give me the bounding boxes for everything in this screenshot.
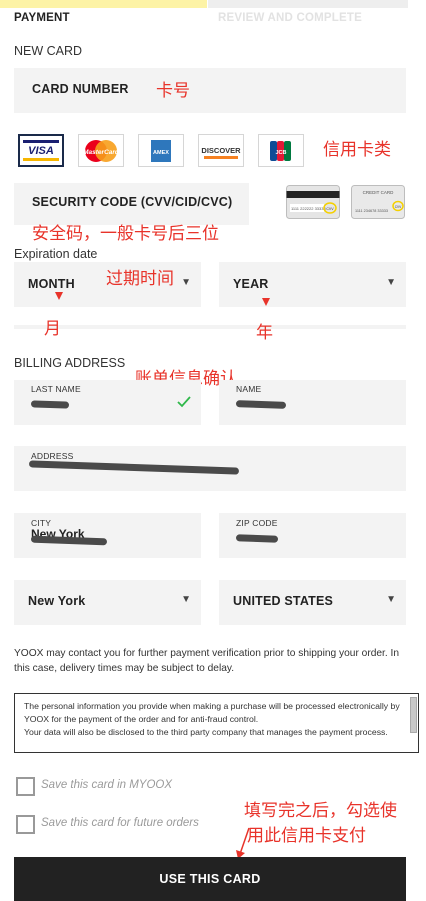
step-payment-bar xyxy=(0,0,207,8)
jcb-logo[interactable]: JCB xyxy=(258,134,304,167)
state-value: New York xyxy=(28,594,86,608)
last-name-input[interactable]: LAST NAME xyxy=(14,380,201,425)
card-types-note: 信用卡类 xyxy=(323,140,391,160)
save-myoox-label[interactable]: Save this card in MYOOX xyxy=(41,779,172,791)
svg-text:1111 222222 33333: 1111 222222 33333 xyxy=(291,206,326,211)
city-redacted xyxy=(30,535,108,546)
country-select[interactable]: UNITED STATES ▼ xyxy=(219,580,406,625)
mastercard-logo[interactable]: MasterCard xyxy=(78,134,124,167)
security-code-placeholder: SECURITY CODE (CVV/CID/CVC) xyxy=(32,195,233,209)
chevron-down-icon: ▼ xyxy=(386,594,396,605)
year-arrow xyxy=(262,298,270,306)
year-value: YEAR xyxy=(233,277,269,291)
first-name-input[interactable]: NAME xyxy=(219,380,406,425)
billing-address-heading: BILLING ADDRESS xyxy=(14,356,126,370)
chevron-down-icon: ▼ xyxy=(386,277,396,288)
privacy-scrollbar[interactable] xyxy=(410,697,417,733)
address-redacted xyxy=(28,460,240,475)
card-back-illustration: 1111 222222 33333 CVV xyxy=(286,185,340,219)
svg-text:AMEX: AMEX xyxy=(153,150,169,156)
visa-icon: VISA xyxy=(21,137,61,164)
zip-code-redacted xyxy=(235,534,279,543)
final-note-line1: 填写完之后，勾选使 xyxy=(244,801,397,821)
save-future-checkbox[interactable] xyxy=(16,815,35,834)
verification-disclaimer: YOOX may contact you for further payment… xyxy=(14,648,400,674)
svg-text:DISCOVER: DISCOVER xyxy=(201,146,241,155)
step-payment-label: PAYMENT xyxy=(14,12,70,24)
zip-code-input[interactable]: ZIP CODE xyxy=(219,513,406,558)
svg-text:VISA: VISA xyxy=(28,145,54,157)
svg-text:MasterCard: MasterCard xyxy=(83,149,120,156)
use-this-card-button[interactable]: USE THIS CARD xyxy=(14,857,406,901)
zip-code-label: ZIP CODE xyxy=(236,518,278,528)
amex-logo[interactable]: AMEX xyxy=(138,134,184,167)
divider xyxy=(14,325,406,329)
mastercard-icon: MasterCard xyxy=(83,139,120,162)
expiration-label: Expiration date xyxy=(14,247,98,261)
last-name-redacted xyxy=(30,400,70,409)
svg-text:CREDIT CARD: CREDIT CARD xyxy=(363,190,394,195)
chevron-down-icon: ▼ xyxy=(181,277,191,288)
final-note-line2: 用此信用卡支付 xyxy=(247,826,366,846)
month-value: MONTH xyxy=(28,277,75,291)
jcb-icon: JCB xyxy=(270,140,291,161)
discover-logo[interactable]: DISCOVER xyxy=(198,134,244,167)
svg-text:CVV: CVV xyxy=(395,205,402,209)
chevron-down-icon: ▼ xyxy=(181,594,191,605)
first-name-label: NAME xyxy=(236,384,262,394)
city-input[interactable]: CITY New York xyxy=(14,513,201,558)
discover-icon: DISCOVER xyxy=(201,146,241,159)
expiration-note: 过期时间 xyxy=(106,269,174,289)
save-myoox-checkbox[interactable] xyxy=(16,777,35,796)
step-review-label: REVIEW AND COMPLETE xyxy=(218,12,362,24)
svg-text:CVV: CVV xyxy=(326,207,334,211)
card-front-illustration: CREDIT CARD 1111 234678 33333 CVV xyxy=(351,185,405,219)
step-review-bar xyxy=(208,0,408,8)
month-arrow xyxy=(55,292,63,300)
year-select[interactable]: YEAR ▼ xyxy=(219,262,406,307)
svg-text:1111 234678 33333: 1111 234678 33333 xyxy=(355,209,388,213)
privacy-paragraph-2: Your data will also be disclosed to the … xyxy=(24,727,388,737)
card-number-note: 卡号 xyxy=(156,81,190,101)
card-number-placeholder: CARD NUMBER xyxy=(32,82,129,96)
last-name-label: LAST NAME xyxy=(31,384,81,394)
final-note-arrow xyxy=(236,827,250,859)
privacy-notice-box[interactable]: The personal information you provide whe… xyxy=(14,693,419,753)
checkmark-icon xyxy=(177,396,191,408)
save-future-label[interactable]: Save this card for future orders xyxy=(41,817,199,829)
address-input[interactable]: ADDRESS xyxy=(14,446,406,491)
new-card-heading: NEW CARD xyxy=(14,44,83,58)
svg-text:JCB: JCB xyxy=(275,150,286,156)
visa-logo[interactable]: VISA xyxy=(18,134,64,167)
year-note: 年 xyxy=(256,323,273,343)
state-select[interactable]: New York ▼ xyxy=(14,580,201,625)
first-name-redacted xyxy=(235,400,287,409)
amex-icon: AMEX xyxy=(151,139,171,162)
privacy-paragraph-1: The personal information you provide whe… xyxy=(24,701,400,724)
country-value: UNITED STATES xyxy=(233,594,334,608)
security-code-note: 安全码，一般卡号后三位 xyxy=(32,224,219,244)
month-note: 月 xyxy=(44,319,61,339)
address-label: ADDRESS xyxy=(31,451,74,461)
card-number-input[interactable]: CARD NUMBER xyxy=(14,68,406,113)
